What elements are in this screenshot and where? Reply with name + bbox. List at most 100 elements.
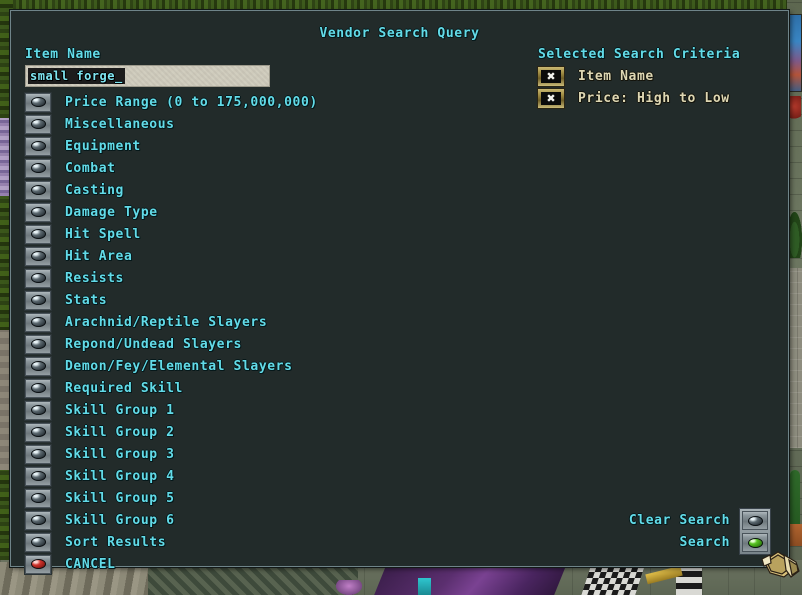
grey-gem-icon — [747, 515, 763, 526]
selected-criteria-title: Selected Search Criteria — [538, 47, 741, 62]
option-gem-button[interactable] — [25, 136, 51, 156]
remove-criteria-button[interactable]: ✖ — [538, 88, 564, 108]
option-gem-button[interactable] — [25, 290, 51, 310]
option-label: Hit Spell — [65, 226, 141, 242]
search-option-row[interactable]: Demon/Fey/Elemental Slayers — [25, 355, 318, 377]
shrub-plant — [787, 212, 802, 258]
search-option-row[interactable]: Combat — [25, 157, 318, 179]
search-option-row[interactable]: Skill Group 5 — [25, 487, 318, 509]
search-option-row[interactable]: Skill Group 4 — [25, 465, 318, 487]
grey-gem-icon — [30, 515, 46, 525]
option-gem-button[interactable] — [25, 356, 51, 376]
grey-gem-icon — [30, 119, 46, 129]
option-label: Skill Group 3 — [65, 446, 175, 462]
pink-orb-item — [336, 580, 362, 595]
option-gem-button[interactable] — [25, 268, 51, 288]
option-gem-button[interactable] — [25, 180, 51, 200]
option-gem-button[interactable] — [25, 334, 51, 354]
option-gem-button[interactable] — [25, 224, 51, 244]
action-label[interactable]: Clear Search — [629, 510, 730, 532]
grey-gem-icon — [30, 185, 46, 195]
grey-gem-icon — [30, 97, 46, 107]
option-gem-button[interactable] — [25, 378, 51, 398]
search-option-row[interactable]: Skill Group 1 — [25, 399, 318, 421]
option-label: Required Skill — [65, 380, 183, 396]
option-label: Price Range (0 to 175,000,000) — [65, 94, 318, 110]
option-label: Stats — [65, 292, 108, 308]
search-option-row[interactable]: Equipment — [25, 135, 318, 157]
criteria-label: Price: High to Low — [578, 90, 730, 106]
grey-gem-icon — [30, 273, 46, 283]
search-option-row[interactable]: Casting — [25, 179, 318, 201]
option-label: Miscellaneous — [65, 116, 175, 132]
grey-gem-icon — [30, 207, 46, 217]
option-gem-button[interactable] — [25, 92, 51, 112]
option-gem-button[interactable] — [25, 532, 51, 552]
remove-criteria-button[interactable]: ✖ — [538, 66, 564, 86]
selected-criteria-row[interactable]: ✖ Price: High to Low — [538, 87, 730, 109]
item-name-input-value: small forge_ — [28, 68, 125, 84]
grey-gem-icon — [30, 471, 46, 481]
option-label: Sort Results — [65, 534, 167, 550]
grey-gem-icon — [30, 295, 46, 305]
x-icon: ✖ — [541, 69, 561, 83]
option-gem-button[interactable] — [25, 554, 51, 574]
search-option-row[interactable]: Miscellaneous — [25, 113, 318, 135]
action-gem-button[interactable] — [742, 533, 768, 552]
grey-gem-icon — [30, 493, 46, 503]
option-label: Resists — [65, 270, 124, 286]
option-gem-button[interactable] — [25, 158, 51, 178]
option-gem-button[interactable] — [25, 444, 51, 464]
selected-criteria-list: ✖ Item Name ✖ Price: High to Low — [538, 65, 730, 109]
search-option-row[interactable]: Repond/Undead Slayers — [25, 333, 318, 355]
option-gem-button[interactable] — [25, 510, 51, 530]
option-label: Combat — [65, 160, 116, 176]
clay-pot — [787, 524, 802, 546]
dialog-actions: Clear Search Search — [629, 509, 770, 554]
search-option-row[interactable]: Skill Group 3 — [25, 443, 318, 465]
search-option-row[interactable]: Damage Type — [25, 201, 318, 223]
teal-crystal-item — [418, 578, 431, 595]
option-label: CANCEL — [65, 556, 116, 572]
search-option-row[interactable]: Price Range (0 to 175,000,000) — [25, 91, 318, 113]
search-option-row[interactable]: Skill Group 6 — [25, 509, 318, 531]
option-label: Demon/Fey/Elemental Slayers — [65, 358, 293, 374]
grey-gem-icon — [30, 537, 46, 547]
criteria-label: Item Name — [578, 68, 654, 84]
action-gem-button[interactable] — [742, 511, 768, 530]
action-button-column — [740, 509, 770, 554]
option-label: Casting — [65, 182, 124, 198]
option-label: Skill Group 6 — [65, 512, 175, 528]
grey-gem-icon — [30, 141, 46, 151]
action-label[interactable]: Search — [629, 532, 730, 554]
option-label: Skill Group 4 — [65, 468, 175, 484]
option-gem-button[interactable] — [25, 202, 51, 222]
option-gem-button[interactable] — [25, 466, 51, 486]
search-option-row[interactable]: Sort Results — [25, 531, 318, 553]
vendor-search-dialog: Vendor Search Query Item Name small forg… — [10, 10, 789, 574]
option-gem-button[interactable] — [25, 114, 51, 134]
checkered-tile-a — [581, 566, 645, 595]
search-option-row[interactable]: Required Skill — [25, 377, 318, 399]
purple-rug — [374, 566, 566, 595]
search-option-row[interactable]: Skill Group 2 — [25, 421, 318, 443]
option-gem-button[interactable] — [25, 488, 51, 508]
option-gem-button[interactable] — [25, 400, 51, 420]
search-option-row[interactable]: CANCEL — [25, 553, 318, 575]
grey-gem-icon — [30, 361, 46, 371]
stained-glass-window — [788, 14, 802, 92]
search-option-row[interactable]: Stats — [25, 289, 318, 311]
search-option-row[interactable]: Resists — [25, 267, 318, 289]
item-name-label: Item Name — [25, 47, 101, 62]
search-option-row[interactable]: Arachnid/Reptile Slayers — [25, 311, 318, 333]
search-option-row[interactable]: Hit Spell — [25, 223, 318, 245]
search-option-row[interactable]: Hit Area — [25, 245, 318, 267]
selected-criteria-row[interactable]: ✖ Item Name — [538, 65, 730, 87]
option-gem-button[interactable] — [25, 422, 51, 442]
option-label: Skill Group 1 — [65, 402, 175, 418]
option-gem-button[interactable] — [25, 246, 51, 266]
option-label: Damage Type — [65, 204, 158, 220]
option-label: Repond/Undead Slayers — [65, 336, 242, 352]
item-name-input[interactable]: small forge_ — [25, 65, 270, 87]
option-gem-button[interactable] — [25, 312, 51, 332]
